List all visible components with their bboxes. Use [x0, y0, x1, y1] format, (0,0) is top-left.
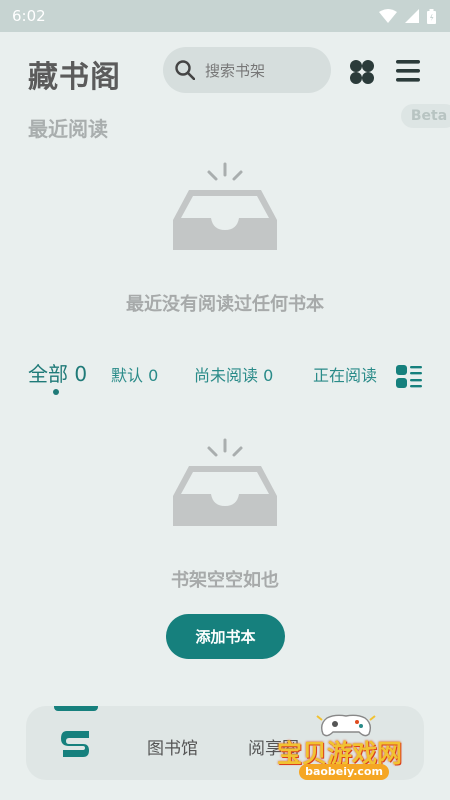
shelf-empty-text: 书架空空如也	[171, 570, 279, 591]
recent-reading-title: 最近阅读	[28, 117, 108, 141]
tab-all[interactable]: 全部 0	[28, 358, 87, 387]
empty-shelf-icon	[173, 438, 277, 526]
search-placeholder: 搜索书架	[205, 61, 266, 80]
add-book-button[interactable]: 添加书本	[166, 614, 285, 659]
battery-icon	[427, 8, 436, 24]
menu-icon[interactable]	[395, 58, 421, 84]
tab-unread[interactable]: 尚未阅读 0	[194, 362, 273, 386]
status-bar: 6:02	[0, 0, 450, 32]
nav-active-indicator	[54, 706, 98, 711]
bookshelf-nav-icon[interactable]	[61, 731, 91, 757]
empty-tray-icon	[173, 162, 277, 250]
status-time: 6:02	[12, 7, 46, 25]
signal-icon	[405, 9, 419, 23]
app-title: 藏书阁	[28, 60, 121, 95]
wifi-icon	[379, 9, 397, 23]
grid-view-icon[interactable]	[348, 58, 376, 86]
beta-badge: Beta	[401, 104, 450, 128]
nav-library[interactable]: 图书馆	[147, 734, 198, 759]
tab-reading[interactable]: 正在阅读	[313, 362, 377, 386]
tab-default[interactable]: 默认 0	[111, 362, 158, 386]
recent-empty-text: 最近没有阅读过任何书本	[126, 294, 324, 315]
search-input[interactable]: 搜索书架	[163, 47, 331, 93]
shelf-tabs: 全部 0 默认 0 尚未阅读 0 正在阅读	[0, 362, 450, 402]
watermark-logo: 宝贝游戏网 baobeiy.com	[275, 708, 450, 798]
search-icon	[175, 60, 195, 80]
header: 藏书阁 搜索书架	[0, 38, 450, 102]
status-icons	[379, 8, 436, 24]
active-tab-indicator	[53, 389, 59, 395]
list-view-icon[interactable]	[396, 365, 422, 389]
watermark-url: baobeiy.com	[299, 764, 389, 780]
